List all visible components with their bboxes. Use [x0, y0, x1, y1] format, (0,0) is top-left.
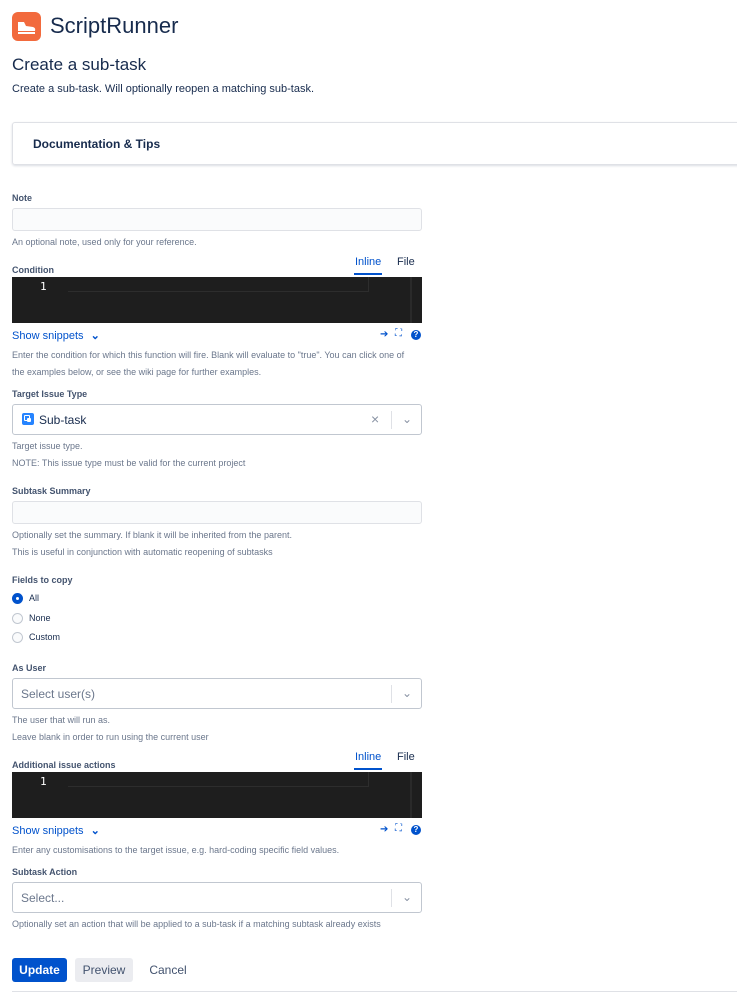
as-user-select[interactable]: Select user(s) ⌄ — [12, 678, 422, 709]
target-issue-type-help-line2: NOTE: This issue type must be valid for … — [12, 458, 246, 468]
double-chevron-down-icon: ⌄ — [90, 330, 100, 342]
note-help: An optional note, used only for your ref… — [12, 237, 197, 247]
subtask-action-label: Subtask Action — [12, 867, 78, 877]
additional-actions-tab-indicator — [354, 768, 382, 770]
documentation-tips-panel[interactable]: Documentation & Tips — [12, 122, 737, 165]
line-number: 1 — [40, 775, 47, 788]
radio-custom[interactable] — [12, 632, 23, 643]
as-user-placeholder: Select user(s) — [21, 687, 96, 701]
show-snippets-label: Show snippets — [12, 825, 84, 837]
as-user-help-line2: Leave blank in order to run using the cu… — [12, 732, 209, 742]
chevron-down-icon[interactable]: ⌄ — [402, 890, 412, 904]
target-issue-type-help-line1: Target issue type. — [12, 441, 83, 451]
radio-custom-label: Custom — [29, 632, 61, 642]
arrow-right-icon[interactable]: ➔ — [380, 329, 388, 340]
scriptrunner-logo-icon — [12, 12, 41, 41]
double-chevron-down-icon: ⌄ — [90, 825, 100, 837]
condition-help: Enter the condition for which this funct… — [12, 347, 432, 381]
clear-icon[interactable]: × — [371, 411, 379, 427]
as-user-help: The user that will run as. Leave blank i… — [12, 712, 209, 746]
fullscreen-icon[interactable]: ⛶ — [395, 823, 402, 834]
active-line — [68, 772, 369, 787]
select-separator — [391, 889, 392, 907]
as-user-help-line1: The user that will run as. — [12, 715, 111, 725]
additional-actions-tab-inline[interactable]: Inline — [355, 751, 381, 763]
note-label: Note — [12, 193, 32, 203]
fields-to-copy-label: Fields to copy — [12, 575, 73, 585]
subtask-summary-input[interactable] — [12, 501, 422, 524]
condition-tab-file[interactable]: File — [397, 256, 415, 268]
update-button[interactable]: Update — [12, 958, 67, 982]
chevron-down-icon[interactable]: ⌄ — [402, 412, 412, 426]
condition-code-editor[interactable]: 1 — [12, 277, 422, 323]
cancel-button[interactable]: Cancel — [141, 958, 195, 982]
target-issue-type-value: Sub-task — [39, 413, 87, 427]
line-number: 1 — [40, 280, 47, 293]
condition-tab-inline[interactable]: Inline — [355, 256, 381, 268]
app-title: ScriptRunner — [50, 13, 179, 38]
editor-scrollbar[interactable] — [410, 772, 412, 818]
subtask-summary-help-line1: Optionally set the summary. If blank it … — [12, 530, 292, 540]
subtask-action-help: Optionally set an action that will be ap… — [12, 919, 381, 929]
target-issue-type-label: Target Issue Type — [12, 389, 88, 399]
note-input[interactable] — [12, 208, 422, 231]
condition-help-line2: the examples below, or see the wiki page… — [12, 367, 262, 377]
condition-show-snippets[interactable]: Show snippets ⌄ — [12, 329, 100, 342]
as-user-label: As User — [12, 663, 47, 673]
chevron-down-icon[interactable]: ⌄ — [402, 686, 412, 700]
footer-divider — [12, 991, 737, 992]
radio-none-label: None — [29, 613, 51, 623]
page-description: Create a sub-task. Will optionally reope… — [12, 83, 315, 95]
radio-none[interactable] — [12, 613, 23, 624]
fullscreen-icon[interactable]: ⛶ — [395, 328, 402, 339]
question-circle-icon[interactable]: ? — [411, 825, 421, 835]
additional-actions-show-snippets[interactable]: Show snippets ⌄ — [12, 824, 100, 837]
subtask-summary-label: Subtask Summary — [12, 486, 91, 496]
arrow-right-icon[interactable]: ➔ — [380, 824, 388, 835]
target-issue-type-help: Target issue type. NOTE: This issue type… — [12, 438, 245, 472]
documentation-tips-label: Documentation & Tips — [33, 137, 161, 151]
select-separator — [391, 685, 392, 703]
subtask-action-select[interactable]: Select... ⌄ — [12, 882, 422, 913]
additional-actions-tab-file[interactable]: File — [397, 751, 415, 763]
additional-actions-help: Enter any customisations to the target i… — [12, 845, 340, 855]
subtask-action-placeholder: Select... — [21, 891, 65, 905]
question-circle-icon[interactable]: ? — [411, 330, 421, 340]
condition-label: Condition — [12, 265, 54, 275]
radio-all[interactable] — [12, 593, 23, 604]
active-line — [68, 277, 369, 292]
page-title: Create a sub-task — [12, 55, 147, 74]
show-snippets-label: Show snippets — [12, 330, 84, 342]
subtask-summary-help: Optionally set the summary. If blank it … — [12, 527, 292, 561]
target-issue-type-select[interactable]: Sub-task × ⌄ — [12, 404, 422, 435]
editor-scrollbar[interactable] — [410, 277, 412, 323]
radio-all-label: All — [29, 593, 40, 603]
condition-tab-indicator — [354, 273, 382, 275]
select-separator — [391, 411, 392, 429]
additional-actions-label: Additional issue actions — [12, 760, 116, 770]
preview-button[interactable]: Preview — [75, 958, 133, 982]
condition-help-line1: Enter the condition for which this funct… — [12, 350, 405, 360]
subtask-summary-help-line2: This is useful in conjunction with autom… — [12, 547, 273, 557]
subtask-issue-icon — [22, 413, 34, 425]
additional-actions-code-editor[interactable]: 1 — [12, 772, 422, 818]
